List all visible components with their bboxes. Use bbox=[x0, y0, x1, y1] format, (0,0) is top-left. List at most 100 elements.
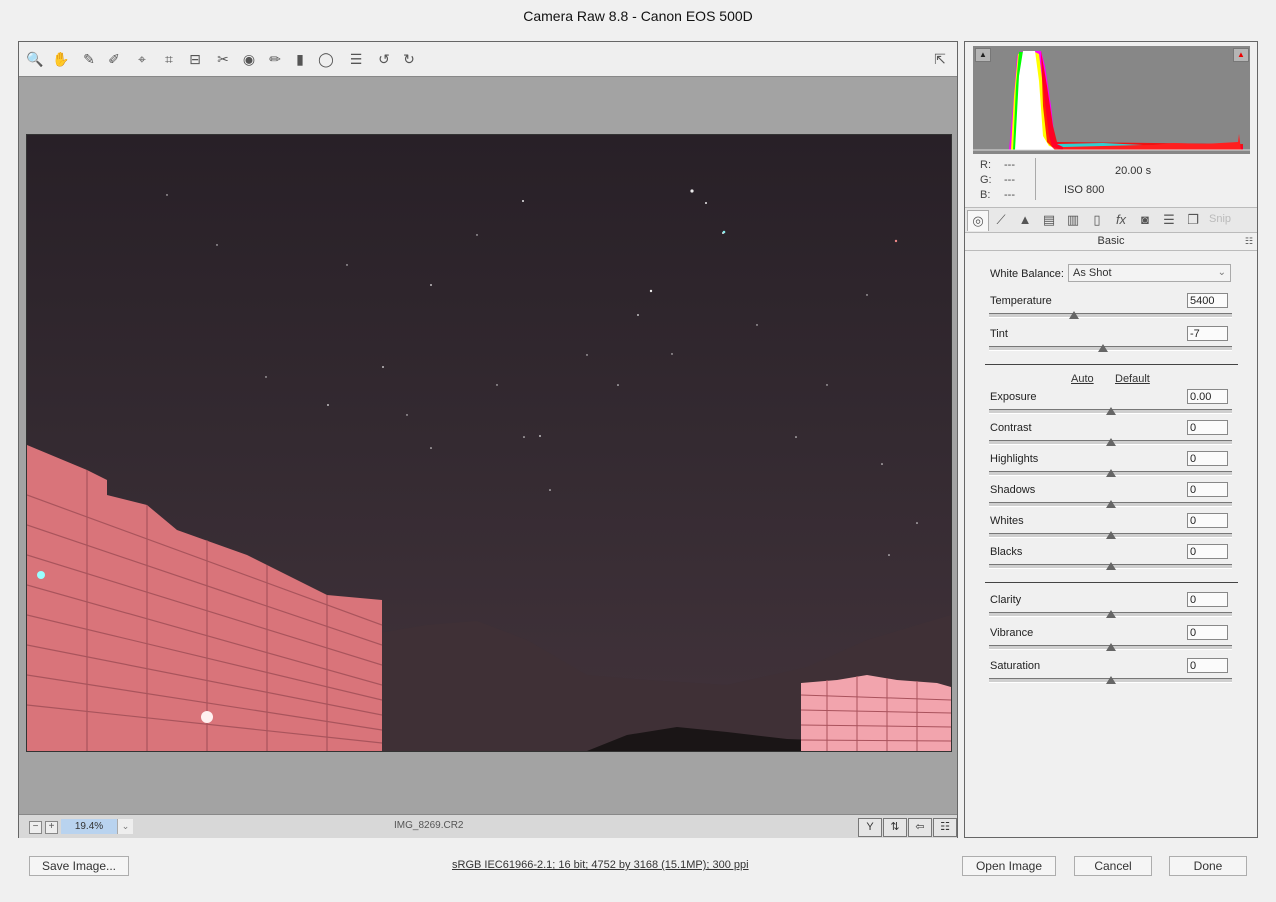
tint-thumb[interactable] bbox=[1098, 344, 1109, 352]
temperature-track[interactable] bbox=[989, 313, 1232, 318]
before-after-view-button[interactable]: Y bbox=[858, 818, 882, 837]
highlights-thumb[interactable] bbox=[1105, 469, 1116, 477]
temperature-thumb[interactable] bbox=[1069, 311, 1080, 319]
image-canvas[interactable] bbox=[19, 77, 957, 812]
slider-label-tint: Tint bbox=[990, 328, 1008, 340]
highlights-field[interactable]: 0 bbox=[1187, 451, 1228, 466]
tab-split-toning-icon[interactable]: ▥ bbox=[1063, 210, 1083, 230]
zoom-dropdown-icon[interactable]: ⌄ bbox=[117, 819, 133, 834]
crop-tool-icon[interactable]: ⌗ bbox=[160, 50, 178, 68]
slider-label-clarity: Clarity bbox=[990, 594, 1022, 606]
panel-tabs: ◎ ⟋ ▲ ▤ ▥ ▯ fx ◙ ☰ ❐ Snip bbox=[965, 207, 1257, 233]
zoom-in-button[interactable]: + bbox=[45, 821, 58, 834]
tab-detail-icon[interactable]: ▲ bbox=[1015, 210, 1035, 230]
default-link[interactable]: Default bbox=[1115, 373, 1150, 385]
targeted-adjustment-tool-icon[interactable]: ⌖ bbox=[133, 50, 151, 68]
tint-track[interactable] bbox=[989, 346, 1232, 351]
viewer-status-bar: − + 19.4% ⌄ IMG_8269.CR2 Y ⇅ ⇦ ☷ bbox=[19, 814, 957, 838]
white-balance-label: White Balance: bbox=[990, 268, 1064, 280]
color-sampler-tool-icon[interactable]: ✐ bbox=[105, 50, 123, 68]
slider-label-blacks: Blacks bbox=[990, 546, 1023, 558]
tab-effects-icon[interactable]: fx bbox=[1111, 210, 1131, 230]
section-divider bbox=[985, 582, 1238, 583]
rotate-right-icon[interactable]: ↻ bbox=[400, 50, 418, 68]
white-balance-select[interactable]: As Shot ⌄ bbox=[1068, 264, 1231, 282]
preview-pane: 🔍 ✋ ✎ ✐ ⌖ ⌗ ⊟ ✂ ◉ ✏ ▮ ◯ ☰ ↺ ↻ ⇱ − + 19.4… bbox=[18, 41, 958, 838]
right-building bbox=[800, 675, 951, 751]
readout-g: G: --- bbox=[980, 174, 1028, 186]
straighten-tool-icon[interactable]: ⊟ bbox=[186, 50, 204, 68]
contrast-field[interactable]: 0 bbox=[1187, 420, 1228, 435]
open-image-button[interactable]: Open Image bbox=[962, 856, 1056, 876]
white-balance-value: As Shot bbox=[1073, 267, 1112, 279]
slider-label-temperature: Temperature bbox=[990, 295, 1052, 307]
shadows-thumb[interactable] bbox=[1105, 500, 1116, 508]
spot-removal-tool-icon[interactable]: ✂ bbox=[214, 50, 232, 68]
night-sky-photo bbox=[27, 135, 951, 751]
preferences-icon[interactable]: ☰ bbox=[347, 50, 365, 68]
histogram-graph bbox=[973, 46, 1250, 154]
red-eye-removal-icon[interactable]: ◉ bbox=[240, 50, 258, 68]
histogram: ▲ ▲ bbox=[973, 46, 1250, 154]
shutter-speed: 20.00 s bbox=[1115, 165, 1152, 177]
contrast-thumb[interactable] bbox=[1105, 438, 1116, 446]
white-balance-tool-icon[interactable]: ✎ bbox=[80, 50, 98, 68]
b-value: --- bbox=[1004, 189, 1015, 201]
readout-b: B: --- bbox=[980, 189, 1028, 201]
r-value: --- bbox=[1004, 159, 1015, 171]
adjustment-brush-icon[interactable]: ✏ bbox=[266, 50, 284, 68]
tab-hsl-icon[interactable]: ▤ bbox=[1039, 210, 1059, 230]
tab-tone-curve-icon[interactable]: ⟋ bbox=[991, 210, 1011, 230]
whites-thumb[interactable] bbox=[1105, 531, 1116, 539]
rotate-left-icon[interactable]: ↺ bbox=[375, 50, 393, 68]
workflow-options-link[interactable]: sRGB IEC61966-2.1; 16 bit; 4752 by 3168 … bbox=[452, 859, 749, 871]
zoom-tool-icon[interactable]: 🔍 bbox=[26, 50, 44, 68]
saturation-thumb[interactable] bbox=[1105, 676, 1116, 684]
r-label: R: bbox=[980, 159, 991, 171]
saturation-field[interactable]: 0 bbox=[1187, 658, 1228, 673]
blacks-field[interactable]: 0 bbox=[1187, 544, 1228, 559]
toggle-settings-button[interactable]: ☷ bbox=[933, 818, 957, 837]
chevron-down-icon: ⌄ bbox=[1217, 267, 1226, 278]
swap-settings-button[interactable]: ⇅ bbox=[883, 818, 907, 837]
tab-basic-icon[interactable]: ◎ bbox=[967, 210, 989, 231]
slider-label-vibrance: Vibrance bbox=[990, 627, 1034, 639]
fullscreen-icon[interactable]: ⇱ bbox=[931, 50, 949, 68]
clarity-thumb[interactable] bbox=[1105, 610, 1116, 618]
g-label: G: bbox=[980, 174, 992, 186]
tab-snapshots-icon[interactable]: ❐ bbox=[1183, 210, 1203, 230]
vibrance-thumb[interactable] bbox=[1105, 643, 1116, 651]
cancel-button[interactable]: Cancel bbox=[1074, 856, 1152, 876]
adjustment-pane: ▲ ▲ R: --- G: --- B: --- 20.00 s ISO 800 ◎ … bbox=[964, 41, 1258, 838]
radial-filter-icon[interactable]: ◯ bbox=[317, 50, 335, 68]
slider-label-saturation: Saturation bbox=[990, 660, 1041, 672]
image-filename: IMG_8269.CR2 bbox=[394, 820, 464, 831]
hand-tool-icon[interactable]: ✋ bbox=[52, 50, 70, 68]
panel-menu-icon[interactable]: ☷ bbox=[1245, 236, 1253, 247]
done-button[interactable]: Done bbox=[1169, 856, 1247, 876]
save-image-button[interactable]: Save Image... bbox=[29, 856, 129, 876]
tab-camera-calibration-icon[interactable]: ◙ bbox=[1135, 210, 1155, 230]
zoom-level-field[interactable]: 19.4% bbox=[61, 819, 117, 834]
panel-title: Basic bbox=[965, 232, 1257, 251]
blacks-thumb[interactable] bbox=[1105, 562, 1116, 570]
whites-field[interactable]: 0 bbox=[1187, 513, 1228, 528]
tint-field[interactable]: -7 bbox=[1187, 326, 1228, 341]
photo-preview[interactable] bbox=[26, 134, 952, 752]
tab-lens-corrections-icon[interactable]: ▯ bbox=[1087, 210, 1107, 230]
exposure-field[interactable]: 0.00 bbox=[1187, 389, 1228, 404]
g-value: --- bbox=[1004, 174, 1015, 186]
shadow-clipping-icon[interactable]: ▲ bbox=[975, 48, 991, 62]
vibrance-field[interactable]: 0 bbox=[1187, 625, 1228, 640]
copy-settings-button[interactable]: ⇦ bbox=[908, 818, 932, 837]
tab-presets-icon[interactable]: ☰ bbox=[1159, 210, 1179, 230]
slider-label-exposure: Exposure bbox=[990, 391, 1037, 403]
auto-link[interactable]: Auto bbox=[1071, 373, 1094, 385]
shadows-field[interactable]: 0 bbox=[1187, 482, 1228, 497]
zoom-out-button[interactable]: − bbox=[29, 821, 42, 834]
exposure-thumb[interactable] bbox=[1105, 407, 1116, 415]
highlight-clipping-icon[interactable]: ▲ bbox=[1233, 48, 1249, 62]
temperature-field[interactable]: 5400 bbox=[1187, 293, 1228, 308]
clarity-field[interactable]: 0 bbox=[1187, 592, 1228, 607]
graduated-filter-icon[interactable]: ▮ bbox=[291, 50, 309, 68]
